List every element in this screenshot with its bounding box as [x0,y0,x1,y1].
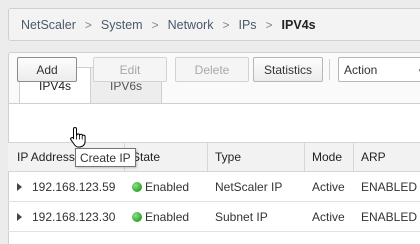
breadcrumb-separator: > [222,17,230,32]
column-header-arp[interactable]: ARP [354,143,420,171]
type-value: Subnet IP [215,209,268,224]
breadcrumb: NetScaler > System > Network > IPs > IPV… [8,8,420,41]
table-row[interactable]: 192.168.123.59 Enabled NetScaler IP Acti… [8,172,420,202]
delete-button[interactable]: Delete [175,57,249,82]
type-value: NetScaler IP [215,179,283,194]
statistics-button[interactable]: Statistics [253,57,323,82]
ip-table: IP Address State Type Mode ARP 192.168.1… [8,142,420,232]
state-value: Enabled [145,209,190,224]
arp-value: ENABLED [361,209,418,224]
arp-value: ENABLED [361,179,418,194]
action-dropdown-label: Action [344,62,378,77]
state-cell: Enabled [125,202,208,231]
expand-arrow-icon[interactable] [17,212,22,221]
ip-cell: 192.168.123.59 [8,172,125,201]
status-dot-icon [132,211,142,222]
expand-arrow-icon[interactable] [17,182,22,191]
toolbar-divider [329,59,330,80]
table-row[interactable]: 192.168.123.30 Enabled Subnet IP Active … [8,202,420,232]
status-dot-icon [132,181,142,192]
action-dropdown[interactable]: Action ▼ [338,57,420,82]
ip-cell: 192.168.123.30 [8,202,125,231]
add-button[interactable]: Add [17,57,77,82]
breadcrumb-item-network[interactable]: Network [168,18,214,32]
breadcrumb-item-system[interactable]: System [101,18,143,32]
breadcrumb-separator: > [151,17,159,32]
state-value: Enabled [145,179,190,194]
breadcrumb-separator: > [84,17,92,32]
column-header-type[interactable]: Type [208,143,305,171]
state-cell: Enabled [125,172,208,201]
mode-value: Active [312,179,345,194]
breadcrumb-item-netscaler[interactable]: NetScaler [21,18,76,32]
breadcrumb-current: IPV4s [281,17,316,32]
column-header-mode[interactable]: Mode [305,143,354,171]
edit-button[interactable]: Edit [93,57,167,82]
ip-address-value: 192.168.123.59 [32,179,116,194]
hand-cursor-icon [70,126,86,148]
breadcrumb-item-ips[interactable]: IPs [238,18,256,32]
column-header-state[interactable]: State [125,143,208,171]
tooltip: Create IP [75,148,136,167]
mode-value: Active [312,209,345,224]
toolbar: Add Edit Delete Statistics Action ▼ [17,57,420,83]
ip-address-value: 192.168.123.30 [32,209,116,224]
breadcrumb-separator: > [265,17,273,32]
